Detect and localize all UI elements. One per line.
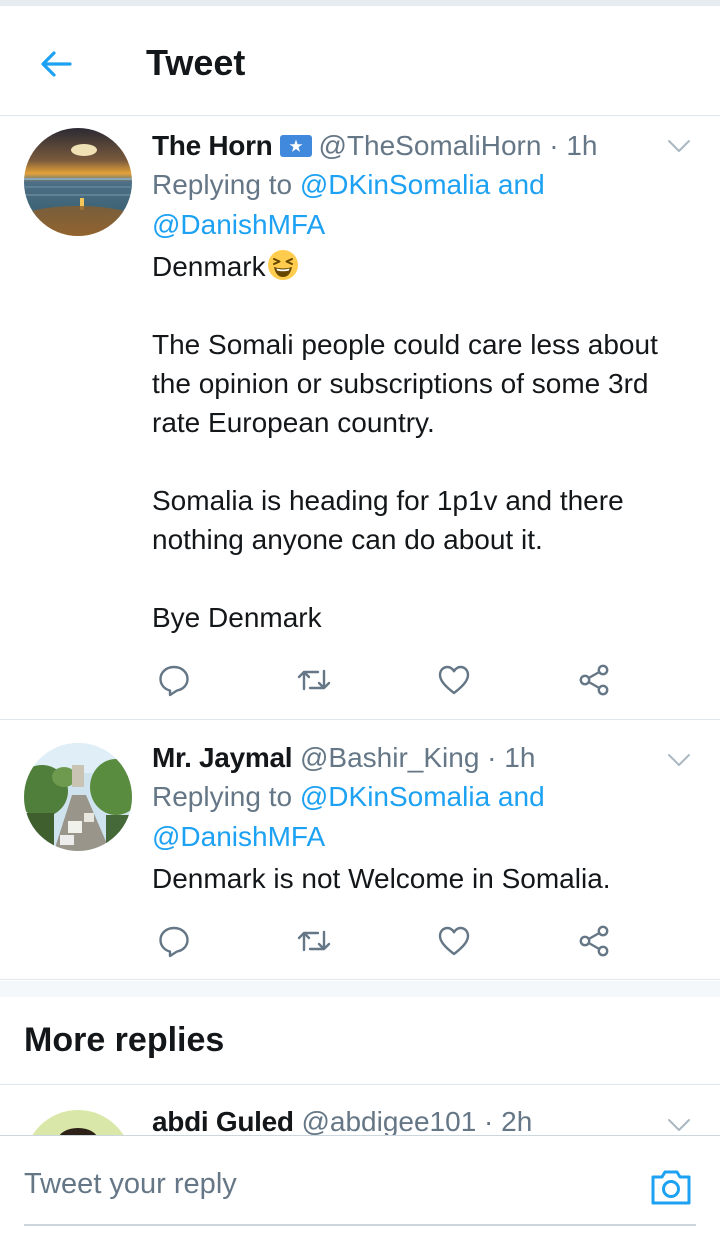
author-handle[interactable]: @abdigee101	[301, 1106, 476, 1136]
tweet-line: Denmark is not Welcome in Somalia.	[152, 863, 611, 894]
share-button[interactable]	[574, 660, 614, 700]
page-title: Tweet	[146, 42, 246, 83]
replying-to: Replying to @DKinSomalia and @DanishMFA	[152, 777, 700, 857]
avatar[interactable]	[24, 743, 132, 851]
tweet[interactable]: abdi Guled @abdigee101 · 2h	[0, 1086, 720, 1136]
retweet-icon	[297, 669, 331, 691]
author-handle[interactable]: @Bashir_King	[300, 742, 479, 773]
tweet-time: · 1h	[549, 130, 598, 161]
tweet-actions	[152, 921, 632, 961]
reply-composer: Tweet your reply	[0, 1135, 720, 1236]
tweet-header: abdi Guled @abdigee101 · 2h	[152, 1103, 700, 1136]
tweet-line: Bye Denmark	[152, 602, 322, 633]
retweet-icon	[297, 930, 331, 952]
back-arrow-icon	[41, 51, 72, 77]
back-button[interactable]	[30, 38, 82, 90]
reply-input[interactable]: Tweet your reply	[24, 1168, 237, 1201]
avatar[interactable]	[24, 1110, 132, 1136]
more-replies-title: More replies	[24, 1021, 225, 1059]
person-avatar-image	[24, 1110, 132, 1136]
replying-to: Replying to @DKinSomalia and @DanishMFA	[152, 165, 700, 245]
chevron-down-icon[interactable]	[666, 133, 692, 159]
tweet-content: abdi Guled @abdigee101 · 2h	[152, 1103, 700, 1136]
reply-icon	[159, 665, 189, 697]
tweet[interactable]: Mr. Jaymal @Bashir_King · 1h Replying to…	[0, 721, 720, 980]
tweet-line: Somalia is heading for 1p1v and there no…	[152, 485, 624, 555]
replying-to-label: Replying to	[152, 169, 300, 200]
share-icon	[579, 664, 609, 696]
reply-icon	[159, 926, 189, 958]
camera-icon	[651, 1170, 691, 1205]
avatar[interactable]	[24, 128, 132, 236]
reply-input-underline	[24, 1224, 696, 1226]
street-photo-avatar-image	[24, 743, 132, 851]
tweet-header: Mr. Jaymal @Bashir_King · 1h	[152, 739, 700, 777]
somalia-flag-icon	[280, 135, 313, 157]
tweet-line	[152, 286, 700, 325]
camera-button[interactable]	[648, 1164, 694, 1210]
tweet-time: · 1h	[487, 742, 536, 773]
chevron-down-icon[interactable]	[666, 1112, 692, 1136]
tweet-line	[152, 559, 700, 598]
tweet-content: Mr. Jaymal @Bashir_King · 1h Replying to…	[152, 739, 700, 898]
tweet-text: Denmark is not Welcome in Somalia.	[152, 859, 700, 898]
reply-button[interactable]	[154, 660, 194, 700]
sunset-avatar-image	[24, 128, 132, 236]
reply-button[interactable]	[154, 921, 194, 961]
author-name[interactable]: Mr. Jaymal	[152, 742, 293, 773]
like-button[interactable]	[434, 921, 474, 961]
author-name[interactable]: abdi Guled	[152, 1106, 294, 1136]
chevron-down-icon[interactable]	[666, 747, 692, 773]
author-handle[interactable]: @TheSomaliHorn	[318, 130, 541, 161]
share-icon	[579, 925, 609, 957]
share-button[interactable]	[574, 921, 614, 961]
tweet-header: The Horn @TheSomaliHorn · 1h	[152, 127, 700, 165]
like-button[interactable]	[434, 660, 474, 700]
tweet-line: Denmark	[152, 247, 700, 286]
more-replies-section: More replies	[0, 997, 720, 1085]
author-name[interactable]: The Horn	[152, 130, 273, 161]
retweet-button[interactable]	[294, 921, 334, 961]
tweet-actions	[152, 660, 632, 700]
section-divider	[0, 981, 720, 997]
app-bar: Tweet	[0, 6, 720, 116]
grinning-squint-emoji-icon	[267, 250, 298, 280]
replying-to-label: Replying to	[152, 781, 300, 812]
tweet-line	[152, 442, 700, 481]
retweet-button[interactable]	[294, 660, 334, 700]
like-icon	[438, 926, 470, 956]
tweet-text: Denmark The Somali people could care les…	[152, 247, 700, 637]
tweet[interactable]: The Horn @TheSomaliHorn · 1h Replying to …	[0, 117, 720, 720]
tweet-time: · 2h	[484, 1106, 533, 1136]
like-icon	[438, 665, 470, 695]
tweet-content: The Horn @TheSomaliHorn · 1h Replying to …	[152, 127, 700, 637]
tweet-line: The Somali people could care less about …	[152, 329, 658, 438]
